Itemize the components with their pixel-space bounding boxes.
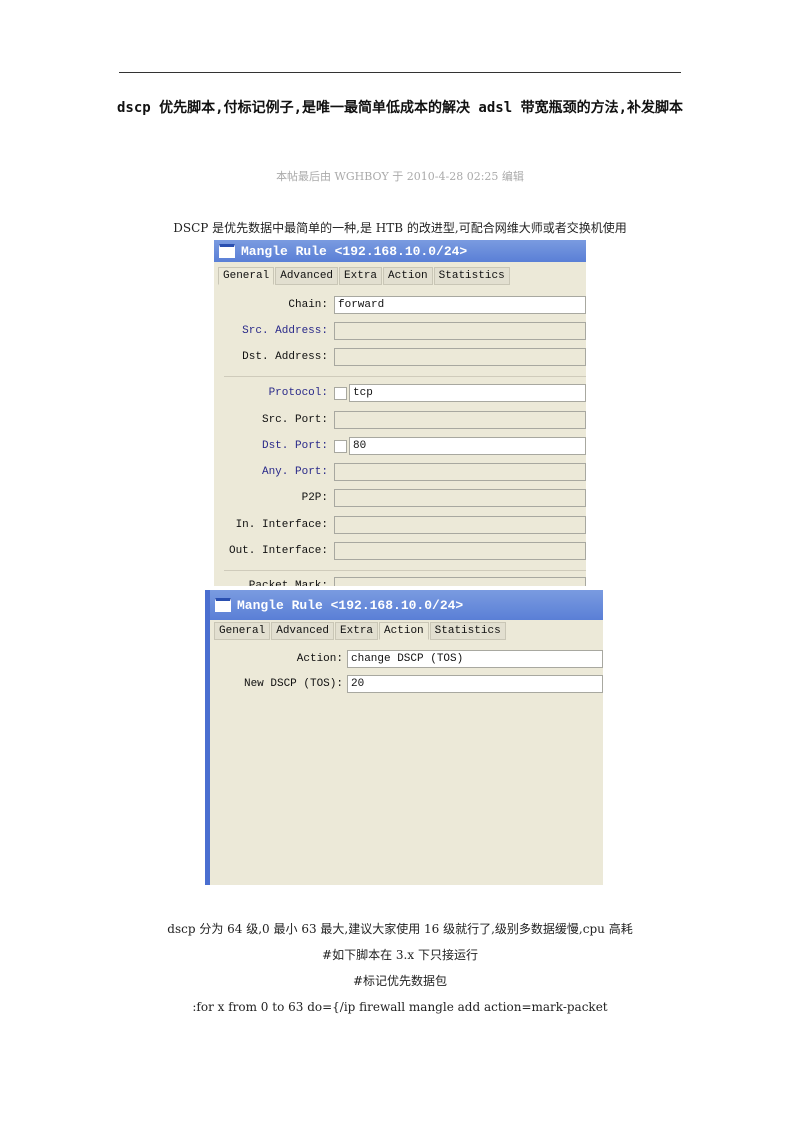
field-input[interactable]: 20 <box>347 675 603 693</box>
field-input[interactable] <box>334 348 586 366</box>
invert-checkbox[interactable] <box>334 387 347 400</box>
field-input[interactable]: tcp <box>349 384 586 402</box>
form-row: Chain: forward <box>214 296 586 314</box>
body-line: #标记优先数据包 <box>352 974 448 988</box>
tab-extra[interactable]: Extra <box>335 622 379 640</box>
field-input[interactable] <box>334 411 586 429</box>
screenshot-general-tab: Mangle Rule <192.168.10.0/24> General Ad… <box>214 240 586 586</box>
screenshot-action-tab: Mangle Rule <192.168.10.0/24> General Ad… <box>205 590 603 885</box>
body-line: dscp 分为 64 级,0 最小 63 最大,建议大家使用 16 级就行了,级… <box>167 922 633 936</box>
form-row: P2P: <box>214 489 586 507</box>
field-label: Dst. Address: <box>242 351 328 363</box>
field-input[interactable] <box>334 542 586 560</box>
field-input[interactable] <box>334 463 586 481</box>
tab-action[interactable]: Action <box>383 267 433 285</box>
field-input[interactable] <box>334 322 586 340</box>
tab-statistics[interactable]: Statistics <box>433 267 510 285</box>
window-icon <box>215 598 231 612</box>
tab-advanced[interactable]: Advanced <box>275 267 339 285</box>
form-row: Any. Port: <box>214 463 586 481</box>
title-bar: Mangle Rule <192.168.10.0/24> <box>210 590 603 620</box>
intro-text: DSCP 是优先数据中最简单的一种,是 HTB 的改进型,可配合网维大师或者交换… <box>173 221 627 235</box>
field-label: P2P: <box>301 492 328 504</box>
header-rule <box>119 72 681 73</box>
form-row: Action: change DSCP (TOS) <box>210 650 603 668</box>
window-title: Mangle Rule <192.168.10.0/24> <box>237 597 464 613</box>
tab-advanced[interactable]: Advanced <box>271 622 335 640</box>
field-label: Action: <box>296 653 343 665</box>
field-label: Packet Mark: <box>248 580 328 586</box>
tab-action[interactable]: Action <box>379 622 429 640</box>
form-row: Packet Mark: <box>214 577 586 586</box>
window-icon <box>219 244 235 258</box>
tab-general[interactable]: General <box>218 267 275 285</box>
field-label: Any. Port: <box>261 466 328 478</box>
field-label: In. Interface: <box>235 519 328 531</box>
edit-meta: 本帖最后由 WGHBOY 于 2010-4-28 02:25 编辑 <box>276 170 524 183</box>
field-label: Out. Interface: <box>228 545 328 557</box>
field-label: New DSCP (TOS): <box>243 678 343 690</box>
body-line: #如下脚本在 3.x 下只接运行 <box>322 948 478 962</box>
field-label: Dst. Port: <box>261 440 328 452</box>
field-input[interactable]: forward <box>334 296 586 314</box>
form-row: Dst. Address: <box>214 348 586 366</box>
field-input[interactable] <box>334 489 586 507</box>
separator <box>224 376 586 377</box>
post-title: dscp 优先脚本,付标记例子,是唯一最简单低成本的解决 adsl 带宽瓶颈的方… <box>117 100 683 116</box>
separator <box>224 570 586 571</box>
field-input[interactable] <box>334 516 586 534</box>
field-input[interactable]: 80 <box>349 437 586 455</box>
form-row: New DSCP (TOS): 20 <box>210 675 603 693</box>
document-page: dscp 优先脚本,付标记例子,是唯一最简单低成本的解决 adsl 带宽瓶颈的方… <box>0 0 800 1132</box>
form-row: Protocol: tcp <box>214 384 586 402</box>
tab-statistics[interactable]: Statistics <box>429 622 506 640</box>
tab-general[interactable]: General <box>214 622 271 640</box>
field-input[interactable]: change DSCP (TOS) <box>347 650 603 668</box>
field-label: Src. Address: <box>242 325 328 337</box>
field-label: Src. Port: <box>261 414 328 426</box>
field-input[interactable] <box>334 577 586 586</box>
tab-extra[interactable]: Extra <box>339 267 383 285</box>
field-label: Protocol: <box>268 387 328 399</box>
field-label: Chain: <box>288 299 328 311</box>
form-row: Src. Port: <box>214 411 586 429</box>
form-row: Out. Interface: <box>214 542 586 560</box>
title-bar: Mangle Rule <192.168.10.0/24> <box>214 240 586 262</box>
body-line: :for x from 0 to 63 do={/ip firewall man… <box>192 1000 608 1014</box>
invert-checkbox[interactable] <box>334 440 347 453</box>
form-row: Src. Address: <box>214 322 586 340</box>
form-row: Dst. Port: 80 <box>214 437 586 455</box>
form-row: In. Interface: <box>214 516 586 534</box>
window-title: Mangle Rule <192.168.10.0/24> <box>241 243 468 259</box>
